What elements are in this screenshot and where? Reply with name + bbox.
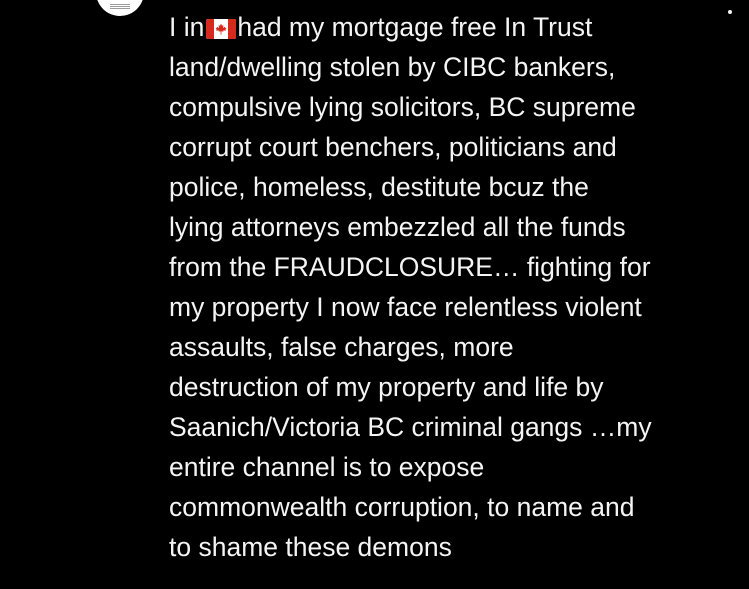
comment-screen: I in had my mortgage free In Trust land/d…	[0, 0, 749, 589]
comment-line: destruction of my property and life by	[169, 372, 604, 402]
comment-line: my property I now face relentless violen…	[169, 292, 642, 322]
canada-flag-icon	[206, 19, 237, 39]
comment-line: Saanich/Victoria BC criminal gangs …my	[169, 412, 652, 442]
comment-line: compulsive lying solicitors, BC supreme	[169, 92, 636, 122]
comment-line: corrupt court benchers, politicians and	[169, 132, 617, 162]
comment-body: I in had my mortgage free In Trust land/d…	[169, 7, 729, 567]
comment-line: I in had my mortgage free In Trust	[169, 7, 729, 47]
channel-avatar[interactable]	[96, 0, 144, 16]
comment-line: land/dwelling stolen by CIBC bankers,	[169, 52, 616, 82]
comment-line-start: I in	[169, 12, 205, 42]
comment-line: assaults, false charges, more	[169, 332, 514, 362]
comment-line: from the FRAUDCLOSURE… fighting for	[169, 252, 651, 282]
comment-line: to shame these demons	[169, 532, 452, 562]
comment-line-end: had my mortgage free In Trust	[237, 12, 593, 42]
comment-line: commonwealth corruption, to name and	[169, 492, 635, 522]
comment-line: entire channel is to expose	[169, 452, 485, 482]
comment-line: police, homeless, destitute bcuz the	[169, 172, 589, 202]
avatar-logo	[110, 4, 130, 10]
comment-line: lying attorneys embezzled all the funds	[169, 212, 626, 242]
